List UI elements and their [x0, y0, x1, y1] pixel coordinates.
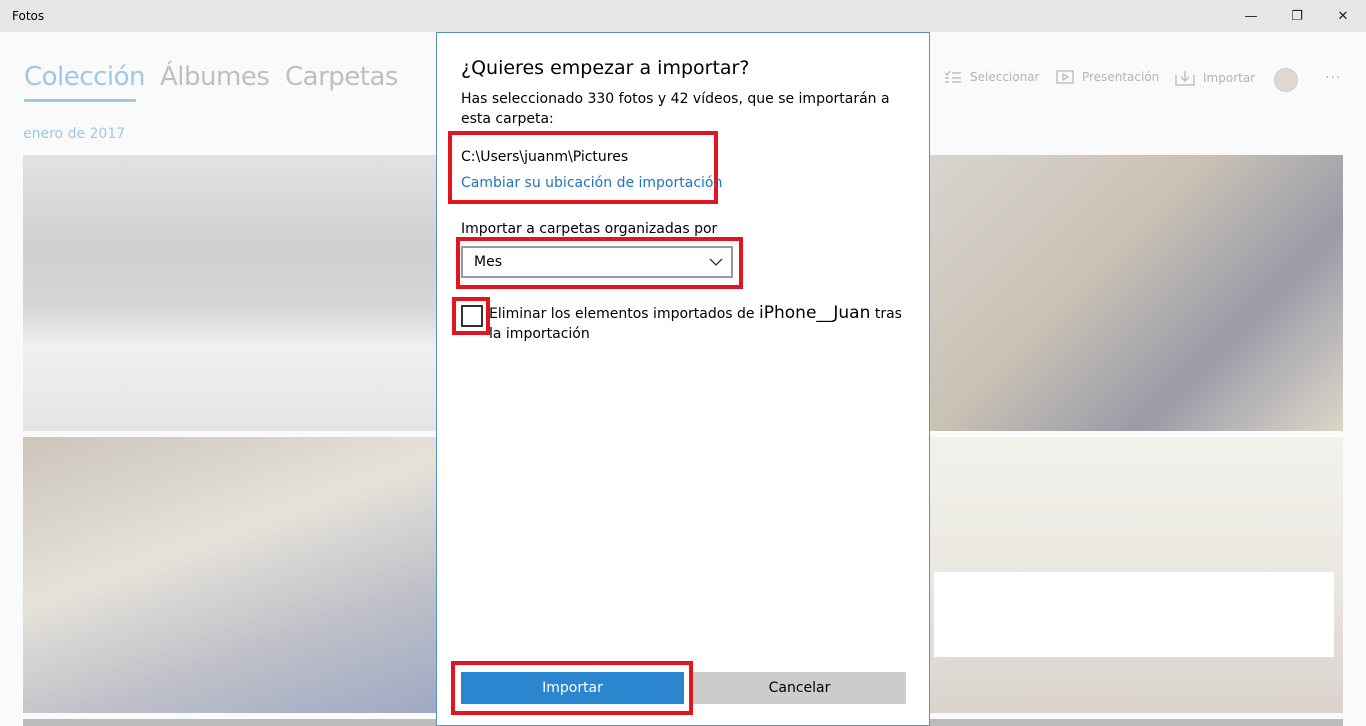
delete-prefix: Eliminar los elementos importados de	[489, 306, 755, 322]
slideshow-icon	[1056, 70, 1074, 84]
close-button[interactable]: ✕	[1320, 0, 1366, 32]
confirm-import-label: Importar	[542, 680, 603, 696]
minimize-button[interactable]: —	[1228, 0, 1274, 32]
photo-overlay-block	[934, 572, 1334, 657]
photo-thumbnail-snowy-landscape[interactable]	[23, 155, 437, 431]
device-name: iPhone__Juan	[759, 303, 871, 323]
import-icon	[1175, 71, 1195, 86]
select-label: Seleccionar	[970, 70, 1040, 84]
organize-label: Importar a carpetas organizadas por	[461, 221, 718, 237]
organize-value: Mes	[474, 254, 502, 270]
chevron-down-icon	[709, 258, 723, 266]
import-dialog: ¿Quieres empezar a importar? Has selecci…	[436, 32, 930, 726]
change-location-link[interactable]: Cambiar su ubicación de importación	[461, 175, 722, 191]
active-tab-indicator	[24, 99, 136, 102]
tab-carpetas[interactable]: Carpetas	[285, 62, 398, 92]
import-path: C:\Users\juanm\Pictures	[461, 149, 629, 165]
date-group-heading[interactable]: enero de 2017	[23, 126, 125, 142]
path-highlight	[448, 131, 718, 204]
confirm-import-button[interactable]: Importar	[461, 672, 684, 704]
title-bar: Fotos — ❐ ✕	[0, 0, 1366, 32]
maximize-button[interactable]: ❐	[1274, 0, 1320, 32]
cancel-label: Cancelar	[768, 680, 831, 696]
organize-dropdown[interactable]: Mes	[461, 246, 733, 278]
select-list-icon	[944, 70, 961, 83]
tab-coleccion[interactable]: Colección	[24, 62, 145, 92]
cancel-button[interactable]: Cancelar	[693, 672, 906, 704]
delete-after-import-checkbox[interactable]	[461, 305, 483, 327]
import-button[interactable]: Importar	[1175, 70, 1255, 86]
account-avatar[interactable]	[1274, 68, 1298, 92]
close-icon: ✕	[1337, 8, 1349, 24]
restore-icon: ❐	[1291, 8, 1303, 24]
app-title: Fotos	[12, 9, 45, 23]
photo-thumbnail-parade-balcony[interactable]	[929, 155, 1343, 431]
photo-thumbnail-parade-float[interactable]	[23, 437, 437, 713]
slideshow-button[interactable]: Presentación	[1056, 70, 1159, 84]
tab-albumes[interactable]: Álbumes	[160, 62, 270, 92]
photo-thumbnail-dinner-room[interactable]	[929, 437, 1343, 713]
slideshow-label: Presentación	[1082, 70, 1160, 84]
import-label: Importar	[1203, 71, 1256, 85]
dialog-title: ¿Quieres empezar a importar?	[461, 57, 750, 79]
minimize-icon: —	[1244, 8, 1258, 24]
more-options-button[interactable]: ···	[1325, 70, 1341, 86]
select-button[interactable]: Seleccionar	[944, 70, 1039, 84]
delete-after-import-label[interactable]: Eliminar los elementos importados de iPh…	[489, 303, 909, 344]
dialog-description: Has seleccionado 330 fotos y 42 vídeos, …	[461, 91, 890, 127]
